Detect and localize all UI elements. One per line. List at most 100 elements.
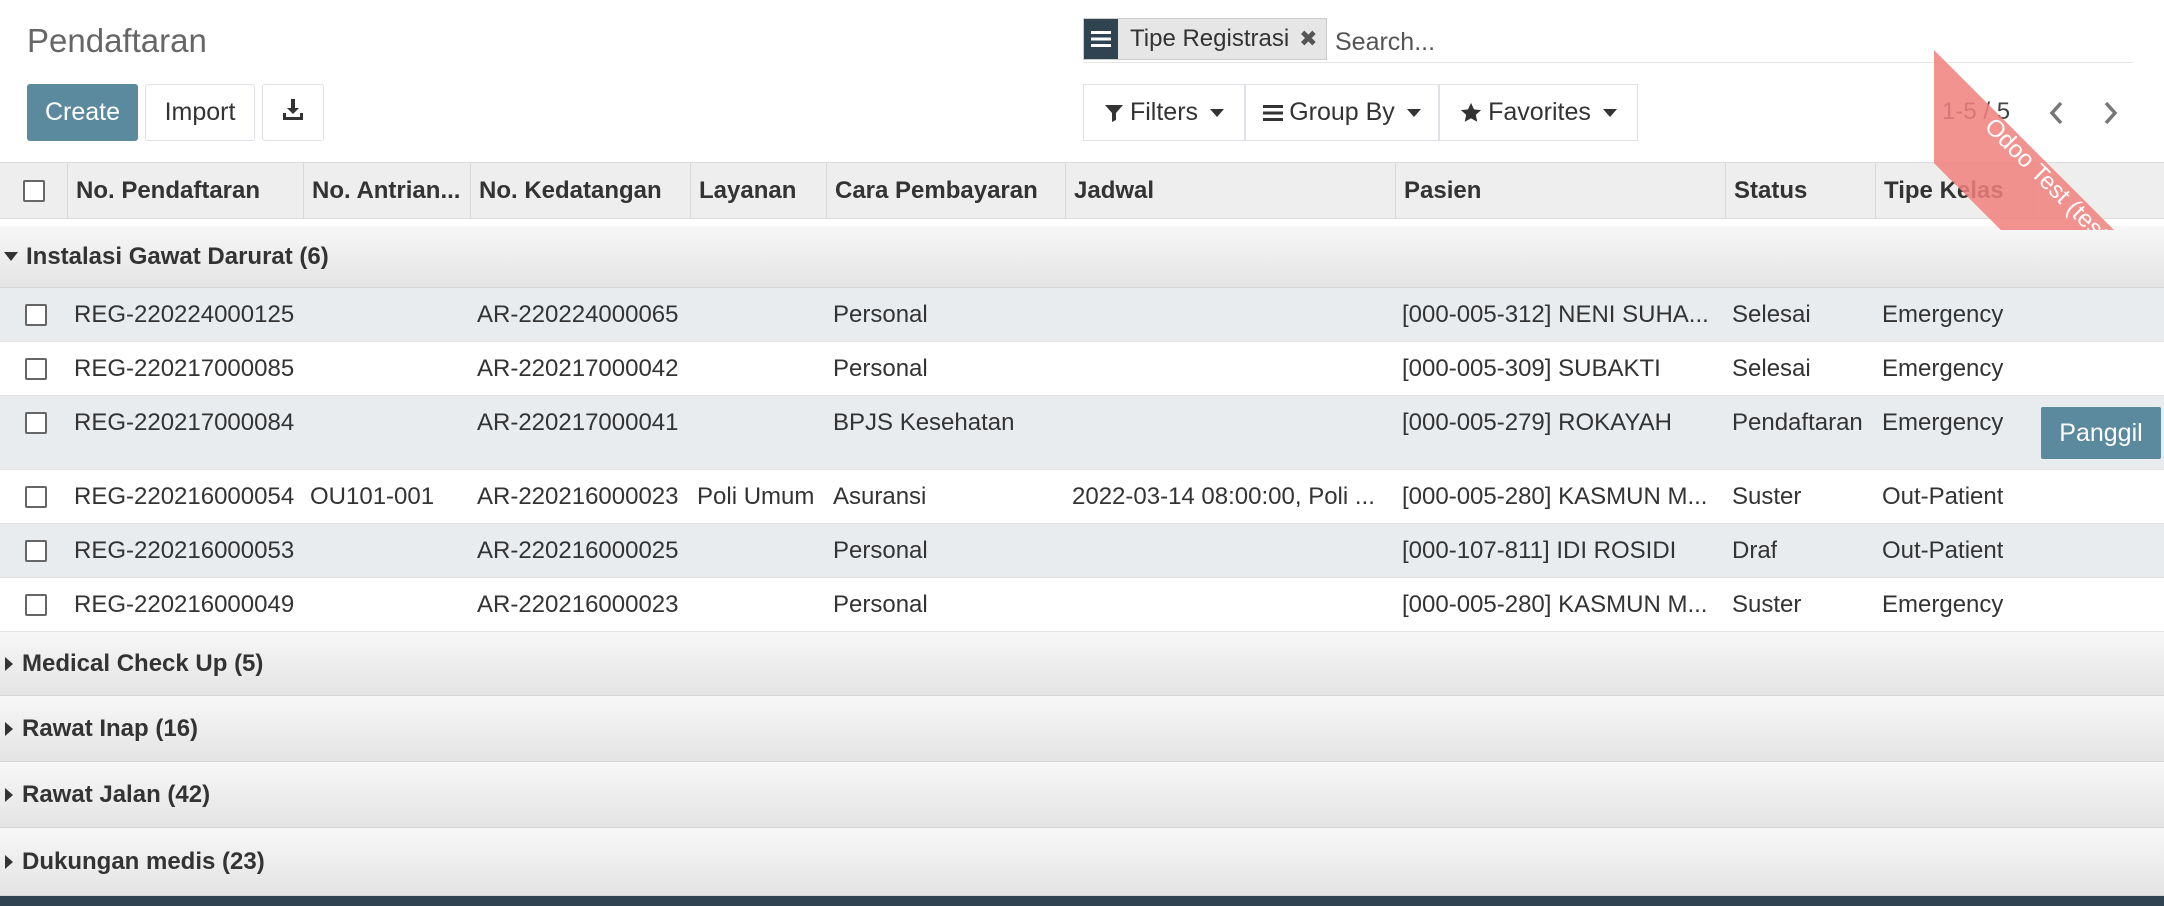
table-row[interactable]: REG-220217000085 AR-220217000042 Persona… [0, 342, 2164, 396]
footer-bar [0, 896, 2164, 906]
group-header[interactable]: Instalasi Gawat Darurat (6) [0, 226, 2164, 288]
cell-no-pendaftaran: REG-220216000049 [74, 590, 295, 618]
filters-label: Filters [1129, 98, 1199, 126]
cell-status: Selesai [1732, 354, 1811, 382]
table-row[interactable]: REG-220216000049 AR-220216000023 Persona… [0, 578, 2164, 632]
import-button[interactable]: Import [145, 84, 255, 141]
facet-value: Tipe Registrasi [1130, 25, 1290, 52]
group-header[interactable]: Dukungan medis (23) [0, 828, 2164, 896]
groupby-dropdown[interactable]: Group By [1245, 84, 1439, 141]
table-row[interactable]: REG-220216000054 OU101-001 AR-2202160000… [0, 470, 2164, 524]
caret-right-icon [5, 787, 13, 802]
group-header[interactable]: Rawat Inap (16) [0, 696, 2164, 762]
cell-no-kedatangan: AR-220216000025 [477, 536, 679, 564]
cell-pasien: [000-005-280] KASMUN M... [1402, 482, 1708, 510]
cell-no-kedatangan: AR-220217000041 [477, 408, 679, 436]
select-all-cell [0, 163, 68, 218]
group-header[interactable]: Rawat Jalan (42) [0, 762, 2164, 828]
chevron-right-icon[interactable] [2090, 93, 2130, 133]
column-header[interactable]: Layanan [691, 163, 827, 218]
table-row[interactable]: REG-220216000053 AR-220216000025 Persona… [0, 524, 2164, 578]
caret-down-icon [4, 252, 18, 261]
filters-dropdown[interactable]: Filters [1083, 84, 1245, 141]
page-title: Pendaftaran [27, 22, 207, 59]
row-checkbox[interactable] [25, 411, 47, 434]
group-label: Medical Check Up (5) [22, 649, 264, 677]
cell-status: Selesai [1732, 300, 1811, 328]
cell-tipe-kelas: Emergency [1882, 354, 2004, 382]
chevron-down-icon [1210, 108, 1225, 117]
cell-tipe-kelas: Out-Patient [1882, 536, 2004, 564]
cell-cara-pembayaran: BPJS Kesehatan [833, 408, 1015, 436]
cell-pasien: [000-005-280] KASMUN M... [1402, 590, 1708, 618]
cell-pasien: [000-005-309] SUBAKTI [1402, 354, 1661, 382]
cell-no-pendaftaran: REG-220216000054 [74, 482, 295, 510]
cell-no-pendaftaran: REG-220217000085 [74, 354, 295, 382]
cell-cara-pembayaran: Personal [833, 590, 928, 618]
column-header[interactable]: No. Pendaftaran [68, 163, 304, 218]
favorites-dropdown[interactable]: Favorites [1439, 84, 1638, 141]
row-checkbox[interactable] [25, 593, 47, 616]
download-button[interactable] [262, 84, 324, 141]
row-checkbox[interactable] [25, 357, 47, 380]
cell-pasien: [000-005-312] NENI SUHA... [1402, 300, 1709, 328]
chevron-down-icon [1406, 108, 1421, 117]
group-label: Rawat Inap (16) [22, 714, 199, 742]
cell-cara-pembayaran: Asuransi [833, 482, 927, 510]
cell-tipe-kelas: Emergency [1882, 300, 2004, 328]
column-header[interactable]: Pasien [1396, 163, 1726, 218]
pager-value[interactable]: 1-5 / 5 [1942, 98, 2010, 126]
column-header[interactable]: Cara Pembayaran [827, 163, 1066, 218]
filter-icon [1104, 103, 1124, 123]
list-icon [1084, 19, 1118, 59]
caret-right-icon [5, 854, 13, 869]
cell-cara-pembayaran: Personal [833, 300, 928, 328]
table-header: No. Pendaftaran No. Antrian... No. Kedat… [0, 162, 2164, 219]
cell-status: Draf [1732, 536, 1778, 564]
cell-jadwal: 2022-03-14 08:00:00, Poli ... [1072, 482, 1375, 510]
chevron-left-icon[interactable] [2037, 93, 2077, 133]
column-header[interactable]: Tipe Kelas [1876, 163, 2034, 218]
cell-no-pendaftaran: REG-220216000053 [74, 536, 295, 564]
cell-pasien: [000-107-811] IDI ROSIDI [1402, 536, 1677, 564]
cell-cara-pembayaran: Personal [833, 536, 928, 564]
cell-tipe-kelas: Out-Patient [1882, 482, 2004, 510]
cell-no-pendaftaran: REG-220217000084 [74, 408, 295, 436]
cell-no-antrian: OU101-001 [310, 482, 435, 510]
panggil-button[interactable]: Panggil [2041, 407, 2161, 459]
cell-status: Suster [1732, 590, 1802, 618]
control-panel: Pendaftaran Create Import Tipe Registras… [0, 0, 2164, 162]
cell-pasien: [000-005-279] ROKAYAH [1402, 408, 1672, 436]
caret-right-icon [5, 656, 13, 671]
table-row[interactable]: REG-220224000125 AR-220224000065 Persona… [0, 288, 2164, 342]
cell-no-kedatangan: AR-220216000023 [477, 482, 679, 510]
cell-status: Pendaftaran [1732, 408, 1863, 436]
chevron-down-icon [1602, 108, 1617, 117]
row-checkbox[interactable] [25, 303, 47, 326]
search-facet[interactable]: Tipe Registrasi ✖ [1083, 18, 1327, 60]
group-header[interactable]: Medical Check Up (5) [0, 632, 2164, 696]
download-icon [281, 97, 305, 128]
column-header[interactable]: No. Antrian... [304, 163, 471, 218]
column-header[interactable]: Status [1726, 163, 1876, 218]
cell-layanan: Poli Umum [697, 482, 815, 510]
table-row[interactable]: REG-220217000084 AR-220217000041 BPJS Ke… [0, 396, 2164, 470]
row-checkbox[interactable] [25, 539, 47, 562]
search-bar: Tipe Registrasi ✖ [1083, 18, 2133, 63]
group-label: Rawat Jalan (42) [22, 780, 211, 808]
cell-no-kedatangan: AR-220217000042 [477, 354, 679, 382]
caret-right-icon [5, 721, 13, 736]
column-header[interactable]: Jadwal [1066, 163, 1396, 218]
row-checkbox[interactable] [25, 485, 47, 508]
create-button[interactable]: Create [27, 84, 138, 141]
cell-status: Suster [1732, 482, 1802, 510]
select-all-checkbox[interactable] [22, 179, 45, 202]
group-label: Dukungan medis (23) [22, 847, 265, 875]
column-header[interactable]: No. Kedatangan [471, 163, 691, 218]
cell-cara-pembayaran: Personal [833, 354, 928, 382]
remove-facet-icon[interactable]: ✖ [1299, 26, 1317, 52]
list-icon [1263, 104, 1284, 122]
cell-no-kedatangan: AR-220216000023 [477, 590, 679, 618]
groupby-label: Group By [1289, 98, 1395, 126]
search-input[interactable] [1333, 24, 1937, 60]
